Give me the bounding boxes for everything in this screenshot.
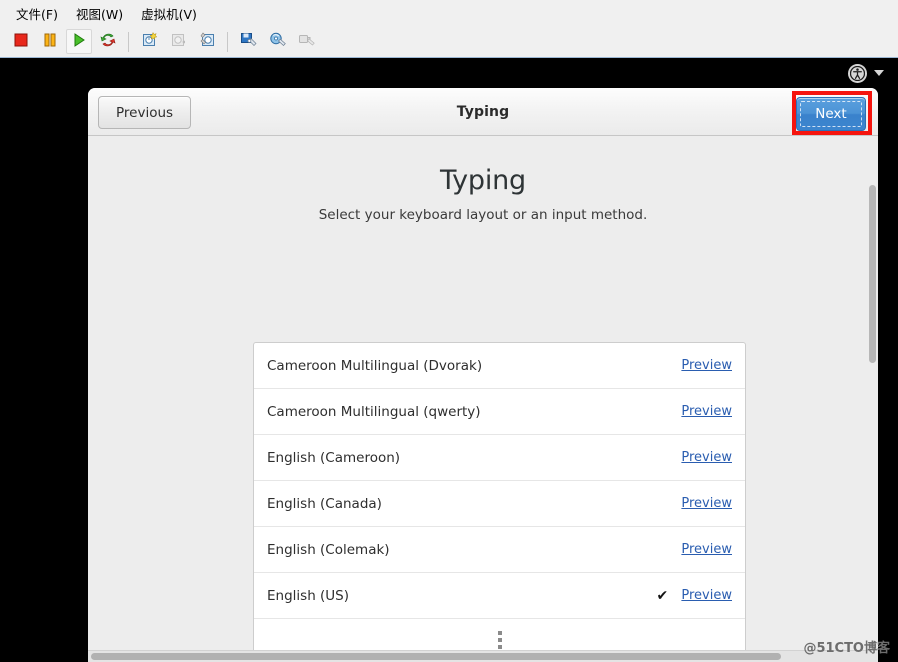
universal-access-icon[interactable] xyxy=(848,63,867,83)
page-title: Typing xyxy=(440,165,526,196)
play-icon xyxy=(72,32,86,51)
layout-name: Cameroon Multilingual (qwerty) xyxy=(267,403,481,420)
play-button[interactable] xyxy=(66,29,92,54)
horizontal-scrollbar-thumb[interactable] xyxy=(91,653,781,660)
list-item[interactable]: English (Colemak) Preview xyxy=(254,527,745,573)
snapshot-icon xyxy=(141,31,158,52)
pause-button[interactable] xyxy=(37,29,63,54)
previous-button-label: Previous xyxy=(116,104,174,121)
more-options-icon xyxy=(497,631,502,649)
installer-window: Typing Previous Next Typing Select your … xyxy=(88,88,878,662)
list-item-selected[interactable]: English (US) ✔ Preview xyxy=(254,573,745,619)
menu-bar: 文件(F) 视图(W) 虚拟机(V) xyxy=(0,0,898,26)
list-item[interactable]: English (Canada) Preview xyxy=(254,481,745,527)
vm-settings-button[interactable] xyxy=(235,29,261,54)
vertical-scrollbar-thumb[interactable] xyxy=(869,185,876,363)
stop-icon xyxy=(14,32,28,51)
menu-virtual-machine[interactable]: 虚拟机(V) xyxy=(133,1,205,26)
snapshot-button[interactable] xyxy=(136,29,162,54)
window-header: Typing Previous Next xyxy=(88,88,878,136)
layout-name: English (Canada) xyxy=(267,495,382,512)
list-item[interactable]: Cameroon Multilingual (qwerty) Preview xyxy=(254,389,745,435)
keyboard-layout-list: Cameroon Multilingual (Dvorak) Preview C… xyxy=(253,342,746,662)
selected-check-icon: ✔ xyxy=(656,587,669,604)
preview-link[interactable]: Preview xyxy=(681,450,732,465)
preview-link[interactable]: Preview xyxy=(681,588,732,603)
cd-settings-icon xyxy=(269,31,286,52)
stop-button[interactable] xyxy=(8,29,34,54)
previous-button[interactable]: Previous xyxy=(98,96,192,129)
usb-settings-button[interactable] xyxy=(293,29,319,54)
preview-link[interactable]: Preview xyxy=(681,542,732,557)
next-button-label: Next xyxy=(815,106,847,122)
reset-icon xyxy=(100,32,116,52)
layout-name: Cameroon Multilingual (Dvorak) xyxy=(267,357,483,374)
cd-settings-button[interactable] xyxy=(264,29,290,54)
watermark: @51CTO博客 xyxy=(803,641,890,656)
vmware-host-chrome: 文件(F) 视图(W) 虚拟机(V) xyxy=(0,0,898,58)
next-button[interactable]: Next xyxy=(796,97,866,131)
preview-link[interactable]: Preview xyxy=(681,358,732,373)
snapshot-manager-icon xyxy=(199,31,216,52)
reset-button[interactable] xyxy=(95,29,121,54)
preview-link[interactable]: Preview xyxy=(681,496,732,511)
page-subtitle: Select your keyboard layout or an input … xyxy=(318,207,648,223)
layout-name: English (Colemak) xyxy=(267,541,390,558)
vm-guest-screen[interactable]: Typing Previous Next Typing Select your … xyxy=(0,58,898,662)
preview-link[interactable]: Preview xyxy=(681,404,732,419)
window-body: Typing Select your keyboard layout or an… xyxy=(88,136,878,662)
list-item[interactable]: English (Cameroon) Preview xyxy=(254,435,745,481)
toolbar-separator-2 xyxy=(227,31,228,52)
settings-icon xyxy=(240,31,257,52)
layout-name: English (US) xyxy=(267,587,350,604)
menu-view[interactable]: 视图(W) xyxy=(68,1,131,26)
snapshot-manager-button[interactable] xyxy=(194,29,220,54)
revert-snapshot-button[interactable] xyxy=(165,29,191,54)
chevron-down-icon[interactable] xyxy=(874,70,884,76)
vertical-scrollbar[interactable] xyxy=(867,185,878,651)
tool-bar xyxy=(0,26,898,57)
list-item[interactable]: Cameroon Multilingual (Dvorak) Preview xyxy=(254,343,745,389)
menu-file[interactable]: 文件(F) xyxy=(8,1,66,26)
window-header-title: Typing xyxy=(456,104,510,120)
pause-icon xyxy=(43,32,57,51)
usb-settings-icon xyxy=(298,31,315,52)
toolbar-separator-1 xyxy=(128,31,129,52)
revert-snapshot-icon xyxy=(170,31,187,52)
horizontal-scrollbar[interactable] xyxy=(88,650,878,662)
layout-name: English (Cameroon) xyxy=(267,449,401,466)
gnome-top-bar xyxy=(0,58,898,88)
